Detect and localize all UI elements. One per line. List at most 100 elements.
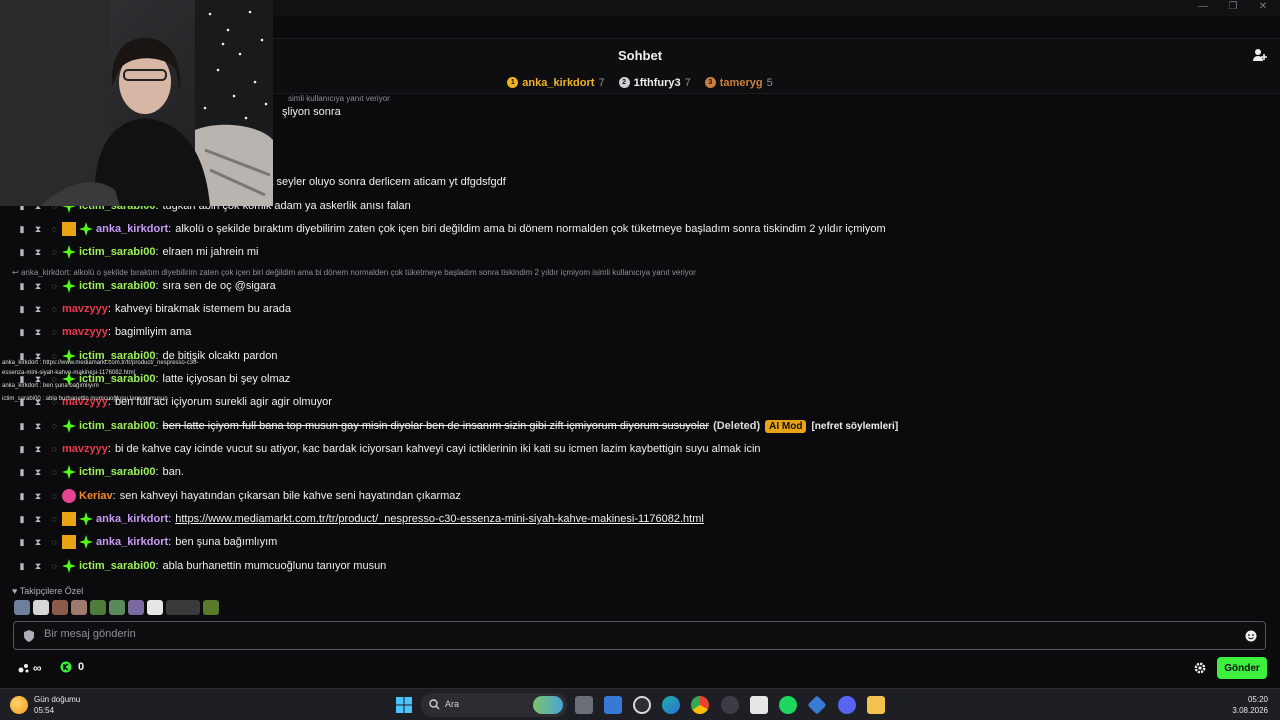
discord-icon[interactable] [838, 696, 856, 714]
message-username[interactable]: mavzyyy [62, 326, 108, 338]
ban-icon[interactable]: ◌ [50, 224, 58, 235]
system-clock[interactable]: 05:20 3.08.2026 [1232, 694, 1268, 716]
channel-points[interactable]: ∞ [18, 661, 42, 675]
store-icon[interactable] [604, 696, 622, 714]
delete-icon[interactable]: ▮ [18, 467, 26, 478]
emote-icon[interactable] [147, 600, 163, 615]
chat-message[interactable]: ▮ ⧗ ◌ ictim_sarabi00: sıra sen de oç @sigara [18, 276, 276, 296]
emote-icon[interactable] [128, 600, 144, 615]
chat-message[interactable]: ▮ ⧗ ◌ Keriav: sen kahveyi hayatından çıkarsa… [18, 486, 461, 506]
notepad-icon[interactable] [750, 696, 768, 714]
ban-icon[interactable]: ◌ [50, 327, 58, 338]
message-username[interactable]: ictim_sarabi00 [79, 246, 155, 258]
message-text[interactable]: https://www.mediamarkt.com.tr/tr/product… [175, 513, 704, 525]
ban-icon[interactable]: ◌ [50, 514, 58, 525]
delete-icon[interactable]: ▮ [18, 444, 26, 455]
obs-icon[interactable] [721, 696, 739, 714]
kick-points[interactable]: 0 [60, 661, 84, 673]
delete-icon[interactable]: ▮ [18, 421, 26, 432]
timeout-icon[interactable]: ⧗ [34, 224, 42, 235]
timeout-icon[interactable]: ⧗ [34, 444, 42, 455]
ban-icon[interactable]: ◌ [50, 421, 58, 432]
chat-message[interactable]: ▮ ⧗ ◌ ictim_sarabi00: ben latte içiyom full … [18, 416, 898, 436]
ban-icon[interactable]: ◌ [50, 304, 58, 315]
ban-icon[interactable]: ◌ [50, 561, 58, 572]
delete-icon[interactable]: ▮ [18, 327, 26, 338]
emote-icon[interactable] [71, 600, 87, 615]
chat-message[interactable]: ▮ ⧗ ◌ ictim_sarabi00: abla burhanettin mumcu… [18, 556, 386, 576]
delete-icon[interactable]: ▮ [18, 537, 26, 548]
message-username[interactable]: ictim_sarabi00 [79, 420, 155, 432]
chat-message[interactable]: ▮ ⧗ ◌ mavzyyy: kahveyi birakmak istemem bu a… [18, 299, 292, 319]
chat-message[interactable]: ▮ ⧗ ◌ mavzyyy: bagimliyim ama [18, 322, 192, 342]
file-explorer-icon[interactable] [867, 696, 885, 714]
timeout-icon[interactable]: ⧗ [34, 421, 42, 432]
delete-icon[interactable]: ▮ [18, 514, 26, 525]
task-view-icon[interactable] [575, 696, 593, 714]
message-input[interactable] [44, 628, 1224, 640]
emote-icon[interactable] [203, 600, 219, 615]
delete-icon[interactable]: ▮ [18, 247, 26, 258]
timeout-icon[interactable]: ⧗ [34, 491, 42, 502]
message-username[interactable]: ictim_sarabi00 [79, 466, 155, 478]
leader-2[interactable]: 2 1fthfury3 7 [618, 77, 691, 89]
ban-icon[interactable]: ◌ [50, 467, 58, 478]
timeout-icon[interactable]: ⧗ [34, 281, 42, 292]
ban-icon[interactable]: ◌ [50, 444, 58, 455]
emote-icon[interactable] [90, 600, 106, 615]
message-username[interactable]: ictim_sarabi00 [79, 280, 155, 292]
message-username[interactable]: mavzyyy [62, 303, 108, 315]
spotify-icon[interactable] [779, 696, 797, 714]
leader-1[interactable]: 1 anka_kirkdort 7 [507, 77, 605, 89]
chat-message[interactable]: ▮ ⧗ ◌ mavzyyy: bi de kahve cay icinde vucut … [18, 439, 761, 459]
app-icon[interactable] [807, 695, 827, 715]
leader-3[interactable]: 3 tameryg 5 [704, 77, 773, 89]
maximize-button[interactable]: ❐ [1218, 1, 1248, 12]
chat-message[interactable]: ▮ ⧗ ◌ anka_kirkdort: alkolü o şekilde bırakt… [18, 219, 886, 239]
close-button[interactable]: ✕ [1248, 1, 1278, 12]
timeout-icon[interactable]: ⧗ [34, 561, 42, 572]
timeout-icon[interactable]: ⧗ [34, 467, 42, 478]
taskbar-search[interactable]: Ara [421, 693, 567, 717]
chat-message[interactable]: ▮ ⧗ ◌ mavzyyy: ben full acı içiyorum surekli… [18, 392, 332, 412]
emote-icon[interactable] [166, 600, 200, 615]
delete-icon[interactable]: ▮ [18, 561, 26, 572]
message-username[interactable]: anka_kirkdort [96, 536, 168, 548]
chrome-icon[interactable] [691, 696, 709, 714]
message-username[interactable]: mavzyyy [62, 443, 108, 455]
weather-widget[interactable]: Gün doğumu 05:54 [10, 694, 80, 716]
emote-icon[interactable] [33, 600, 49, 615]
ban-icon[interactable]: ◌ [50, 537, 58, 548]
minimize-button[interactable]: — [1188, 1, 1218, 12]
emote-icon[interactable] [14, 600, 30, 615]
community-icon[interactable] [1252, 47, 1268, 63]
delete-icon[interactable]: ▮ [18, 281, 26, 292]
delete-icon[interactable]: ▮ [18, 304, 26, 315]
timeout-icon[interactable]: ⧗ [34, 327, 42, 338]
gear-icon[interactable] [1193, 661, 1207, 675]
delete-icon[interactable]: ▮ [18, 491, 26, 502]
timeout-icon[interactable]: ⧗ [34, 247, 42, 258]
chat-message[interactable]: ▮ ⧗ ◌ ictim_sarabi00: elraen mi jahrein mi [18, 242, 258, 262]
delete-icon[interactable]: ▮ [18, 224, 26, 235]
windows-start-icon[interactable] [395, 696, 413, 714]
emoji-picker-icon[interactable] [1245, 630, 1257, 642]
chat-message[interactable]: ▮ ⧗ ◌ anka_kirkdort: ben şuna bağımlıyım [18, 532, 277, 552]
message-username[interactable]: anka_kirkdort [96, 513, 168, 525]
message-username[interactable]: ictim_sarabi00 [79, 560, 155, 572]
edge-icon[interactable] [662, 696, 680, 714]
emote-icon[interactable] [52, 600, 68, 615]
message-username[interactable]: Keriav [79, 490, 113, 502]
ban-icon[interactable]: ◌ [50, 247, 58, 258]
timeout-icon[interactable]: ⧗ [34, 304, 42, 315]
message-username[interactable]: anka_kirkdort [96, 223, 168, 235]
message-input-box[interactable] [13, 621, 1266, 650]
send-button[interactable]: Gönder [1217, 657, 1267, 679]
timeout-icon[interactable]: ⧗ [34, 514, 42, 525]
ban-icon[interactable]: ◌ [50, 281, 58, 292]
ban-icon[interactable]: ◌ [50, 491, 58, 502]
chat-message[interactable]: ▮ ⧗ ◌ ictim_sarabi00: ban. [18, 462, 184, 482]
chatgpt-icon[interactable] [633, 696, 651, 714]
chat-message[interactable]: ▮ ⧗ ◌ anka_kirkdort: https://www.mediamarkt.… [18, 509, 704, 529]
emote-icon[interactable] [109, 600, 125, 615]
